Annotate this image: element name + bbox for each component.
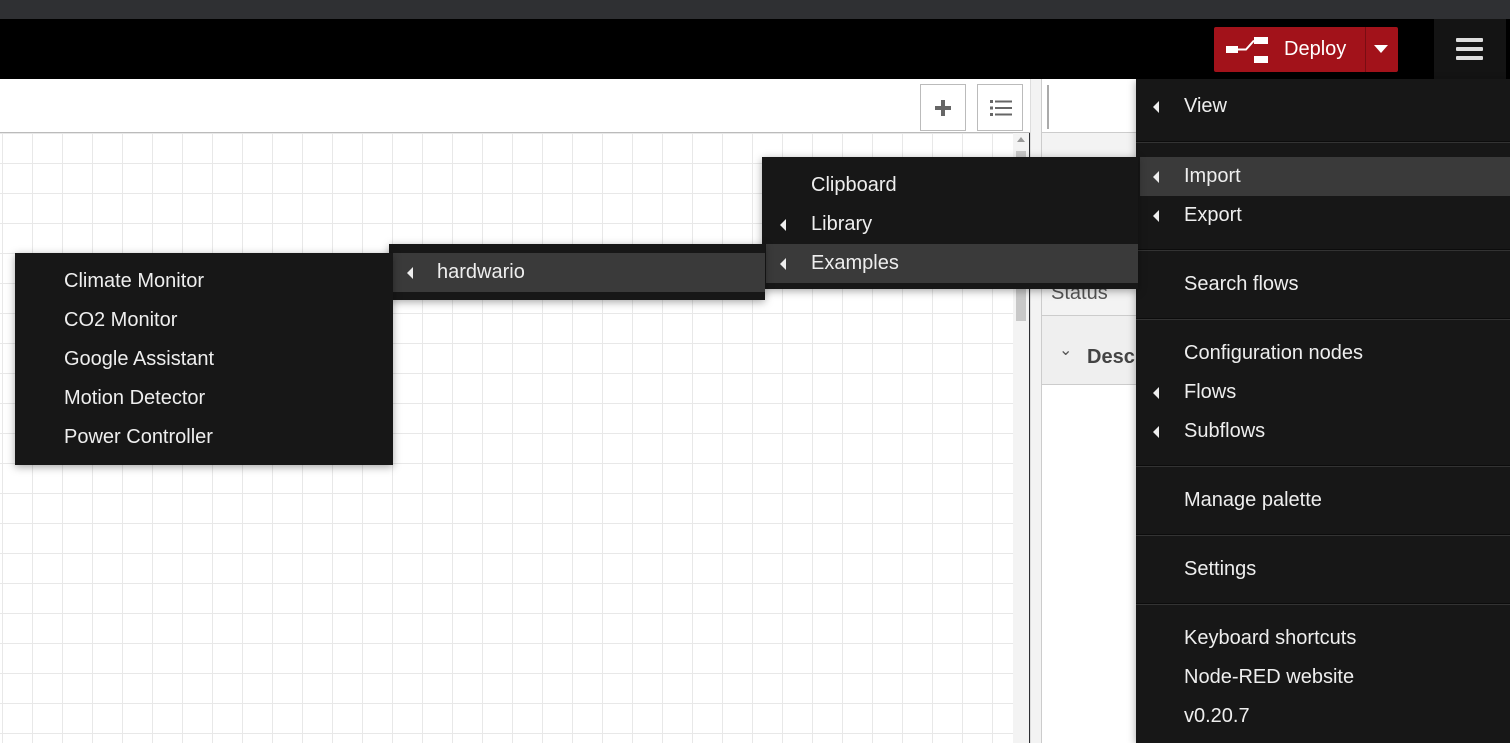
menu-item-label: Node-RED website [1184, 666, 1355, 688]
menu-divider [1136, 249, 1510, 251]
menu-item-hardwario[interactable]: hardwario [393, 253, 765, 292]
menu-item-label: Power Controller [64, 426, 213, 448]
add-flow-button[interactable] [920, 84, 966, 131]
plus-icon [935, 100, 951, 116]
workspace-tab-bar [0, 79, 1030, 133]
submenu-arrow-icon [1153, 387, 1159, 399]
menu-item-label: Climate Monitor [64, 270, 205, 292]
menu-item-motion-detector[interactable]: Motion Detector [15, 379, 393, 418]
submenu-arrow-icon [780, 258, 786, 270]
menu-item-label: Subflows [1184, 420, 1266, 442]
deploy-icon [1226, 37, 1268, 63]
list-icon [990, 100, 1012, 116]
hamburger-icon [1456, 38, 1483, 42]
menu-item-label: Clipboard [811, 174, 897, 196]
menu-item-export[interactable]: Export [1136, 196, 1510, 235]
menu-item-flows[interactable]: Flows [1136, 373, 1510, 412]
menu-item-examples[interactable]: Examples [766, 244, 1138, 283]
menu-item-label: Export [1184, 204, 1242, 226]
header-bar: Deploy [0, 19, 1510, 79]
submenu-arrow-icon [1153, 101, 1159, 113]
submenu-arrow-icon [1153, 171, 1159, 183]
menu-item-import[interactable]: Import [1140, 157, 1510, 196]
menu-item-label: Settings [1184, 558, 1257, 580]
description-label: Desc [1087, 346, 1135, 368]
deploy-label: Deploy [1284, 38, 1347, 60]
menu-item-label: Library [811, 213, 873, 235]
menu-item-version: v0.20.7 [1136, 697, 1510, 736]
menu-item-view[interactable]: View [1136, 87, 1510, 126]
hardwario-examples-submenu: Climate Monitor CO2 Monitor Google Assis… [15, 253, 393, 465]
hamburger-icon-line [1456, 47, 1483, 51]
menu-divider [1136, 465, 1510, 467]
menu-item-settings[interactable]: Settings [1136, 550, 1510, 589]
menu-item-climate-monitor[interactable]: Climate Monitor [15, 262, 393, 301]
node-red-editor: Deploy Status ⌄ Desc View Import Export … [0, 0, 1510, 743]
version-label: v0.20.7 [1184, 705, 1250, 727]
examples-submenu: hardwario [389, 244, 765, 300]
menu-item-label: Flows [1184, 381, 1237, 403]
main-menu-button[interactable] [1434, 19, 1506, 79]
menu-item-label: Search flows [1184, 273, 1299, 295]
menu-item-label: CO2 Monitor [64, 309, 178, 331]
menu-divider [1136, 318, 1510, 320]
menu-item-label: Manage palette [1184, 489, 1322, 511]
menu-item-co2-monitor[interactable]: CO2 Monitor [15, 301, 393, 340]
menu-item-library[interactable]: Library [762, 205, 1138, 244]
submenu-arrow-icon [1153, 210, 1159, 222]
menu-item-label: Motion Detector [64, 387, 206, 409]
menu-item-label: Examples [811, 252, 899, 274]
list-flows-button[interactable] [977, 84, 1023, 131]
menu-divider [1136, 603, 1510, 605]
menu-item-google-assistant[interactable]: Google Assistant [15, 340, 393, 379]
menu-item-label: Google Assistant [64, 348, 215, 370]
menu-item-label: Keyboard shortcuts [1184, 627, 1357, 649]
menu-item-label: hardwario [437, 261, 525, 283]
main-menu: View Import Export Search flows Configur… [1136, 79, 1510, 743]
deploy-divider [1365, 27, 1366, 72]
caret-down-icon[interactable] [1374, 45, 1388, 53]
menu-item-node-red-website[interactable]: Node-RED website [1136, 658, 1510, 697]
menu-item-search-flows[interactable]: Search flows [1136, 265, 1510, 304]
chevron-down-icon: ⌄ [1059, 342, 1073, 359]
menu-item-configuration-nodes[interactable]: Configuration nodes [1136, 334, 1510, 373]
menu-item-clipboard[interactable]: Clipboard [762, 166, 1138, 205]
submenu-arrow-icon [780, 219, 786, 231]
menu-item-power-controller[interactable]: Power Controller [15, 418, 393, 457]
menu-item-subflows[interactable]: Subflows [1136, 412, 1510, 451]
menu-item-keyboard-shortcuts[interactable]: Keyboard shortcuts [1136, 619, 1510, 658]
sidebar-tab-separator [1047, 85, 1049, 129]
menu-item-label: Configuration nodes [1184, 342, 1364, 364]
menu-divider [1136, 141, 1510, 143]
menu-divider [1136, 534, 1510, 536]
scroll-up-icon[interactable] [1017, 137, 1025, 142]
menu-item-label: Import [1184, 165, 1241, 187]
menu-item-label: View [1184, 95, 1227, 117]
hamburger-icon-line [1456, 56, 1483, 60]
import-submenu: Clipboard Library Examples [762, 157, 1138, 289]
window-titlebar [0, 0, 1510, 19]
menu-item-manage-palette[interactable]: Manage palette [1136, 481, 1510, 520]
deploy-button[interactable]: Deploy [1214, 27, 1398, 72]
submenu-arrow-icon [407, 267, 413, 279]
submenu-arrow-icon [1153, 426, 1159, 438]
